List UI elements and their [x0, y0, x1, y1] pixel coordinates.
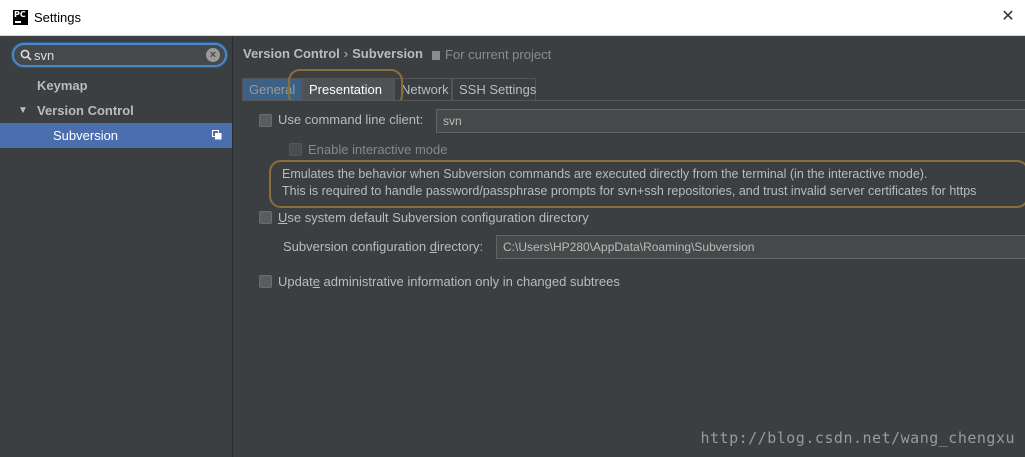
search-value: svn: [34, 48, 55, 63]
use-system-default-config-checkbox[interactable]: [259, 211, 272, 224]
breadcrumb-parent: Version Control: [243, 46, 340, 61]
clear-search-icon[interactable]: ×: [206, 48, 220, 62]
pycharm-icon: PC: [13, 10, 28, 25]
tab-content: Use command line client: svn Enable inte…: [242, 100, 1025, 457]
title-bar: PC Settings ✕: [0, 0, 1025, 36]
description-highlight: [269, 160, 1025, 208]
sidebar-item-subversion[interactable]: Subversion: [0, 123, 232, 148]
mnemonic-char: d: [429, 239, 437, 254]
window-title: Settings: [34, 10, 81, 25]
label-rest: se system default Subversion configurati…: [287, 210, 589, 225]
use-command-line-checkbox[interactable]: [259, 114, 272, 127]
label-part: Subversion configuration: [283, 239, 430, 254]
search-icon: [20, 49, 32, 61]
settings-main-panel: Version Control › Subversion For current p…: [234, 36, 1025, 457]
breadcrumb-separator: ›: [343, 46, 349, 61]
sidebar-item-version-control[interactable]: ▼ Version Control: [0, 98, 232, 123]
sidebar-item-label: Version Control: [37, 103, 134, 118]
settings-sidebar: svn × Keymap ▼ Version Control Subversio…: [0, 36, 233, 457]
sidebar-item-keymap[interactable]: Keymap: [0, 73, 232, 98]
config-directory-label: Subversion configuration directory:: [283, 239, 483, 254]
label-part: irectory:: [436, 239, 484, 254]
scope-label: For current project: [432, 47, 551, 62]
watermark: http://blog.csdn.net/wang_chengxu: [700, 429, 1015, 447]
project-scope-icon: [212, 130, 222, 140]
label-part: Updat: [278, 274, 313, 289]
use-command-line-label: Use command line client:: [278, 112, 424, 127]
search-input[interactable]: svn ×: [12, 43, 227, 67]
sidebar-item-label: Keymap: [37, 78, 88, 93]
expand-arrow-icon[interactable]: ▼: [18, 98, 28, 123]
tab-ssh-settings[interactable]: SSH Settings: [452, 78, 536, 100]
close-icon[interactable]: ✕: [999, 8, 1017, 26]
use-system-default-config-label: Use system default Subversion configurat…: [278, 210, 589, 225]
update-admin-info-label: Update administrative information only i…: [278, 274, 620, 289]
mnemonic-char: e: [312, 274, 320, 289]
update-admin-info-checkbox[interactable]: [259, 275, 272, 288]
breadcrumb-current: Subversion: [352, 46, 423, 61]
breadcrumb: Version Control › Subversion: [243, 46, 423, 61]
config-directory-field[interactable]: C:\Users\HP280\AppData\Roaming\Subversio…: [496, 235, 1025, 259]
label-part: administrative information only in chang…: [319, 274, 620, 289]
sidebar-item-label: Subversion: [53, 128, 119, 143]
scope-text: For current project: [445, 47, 552, 62]
project-scope-icon: [432, 51, 440, 60]
command-line-client-field[interactable]: svn: [436, 109, 1025, 133]
enable-interactive-mode-checkbox[interactable]: [289, 143, 302, 156]
enable-interactive-mode-label: Enable interactive mode: [308, 142, 448, 157]
mnemonic-char: U: [278, 210, 288, 225]
